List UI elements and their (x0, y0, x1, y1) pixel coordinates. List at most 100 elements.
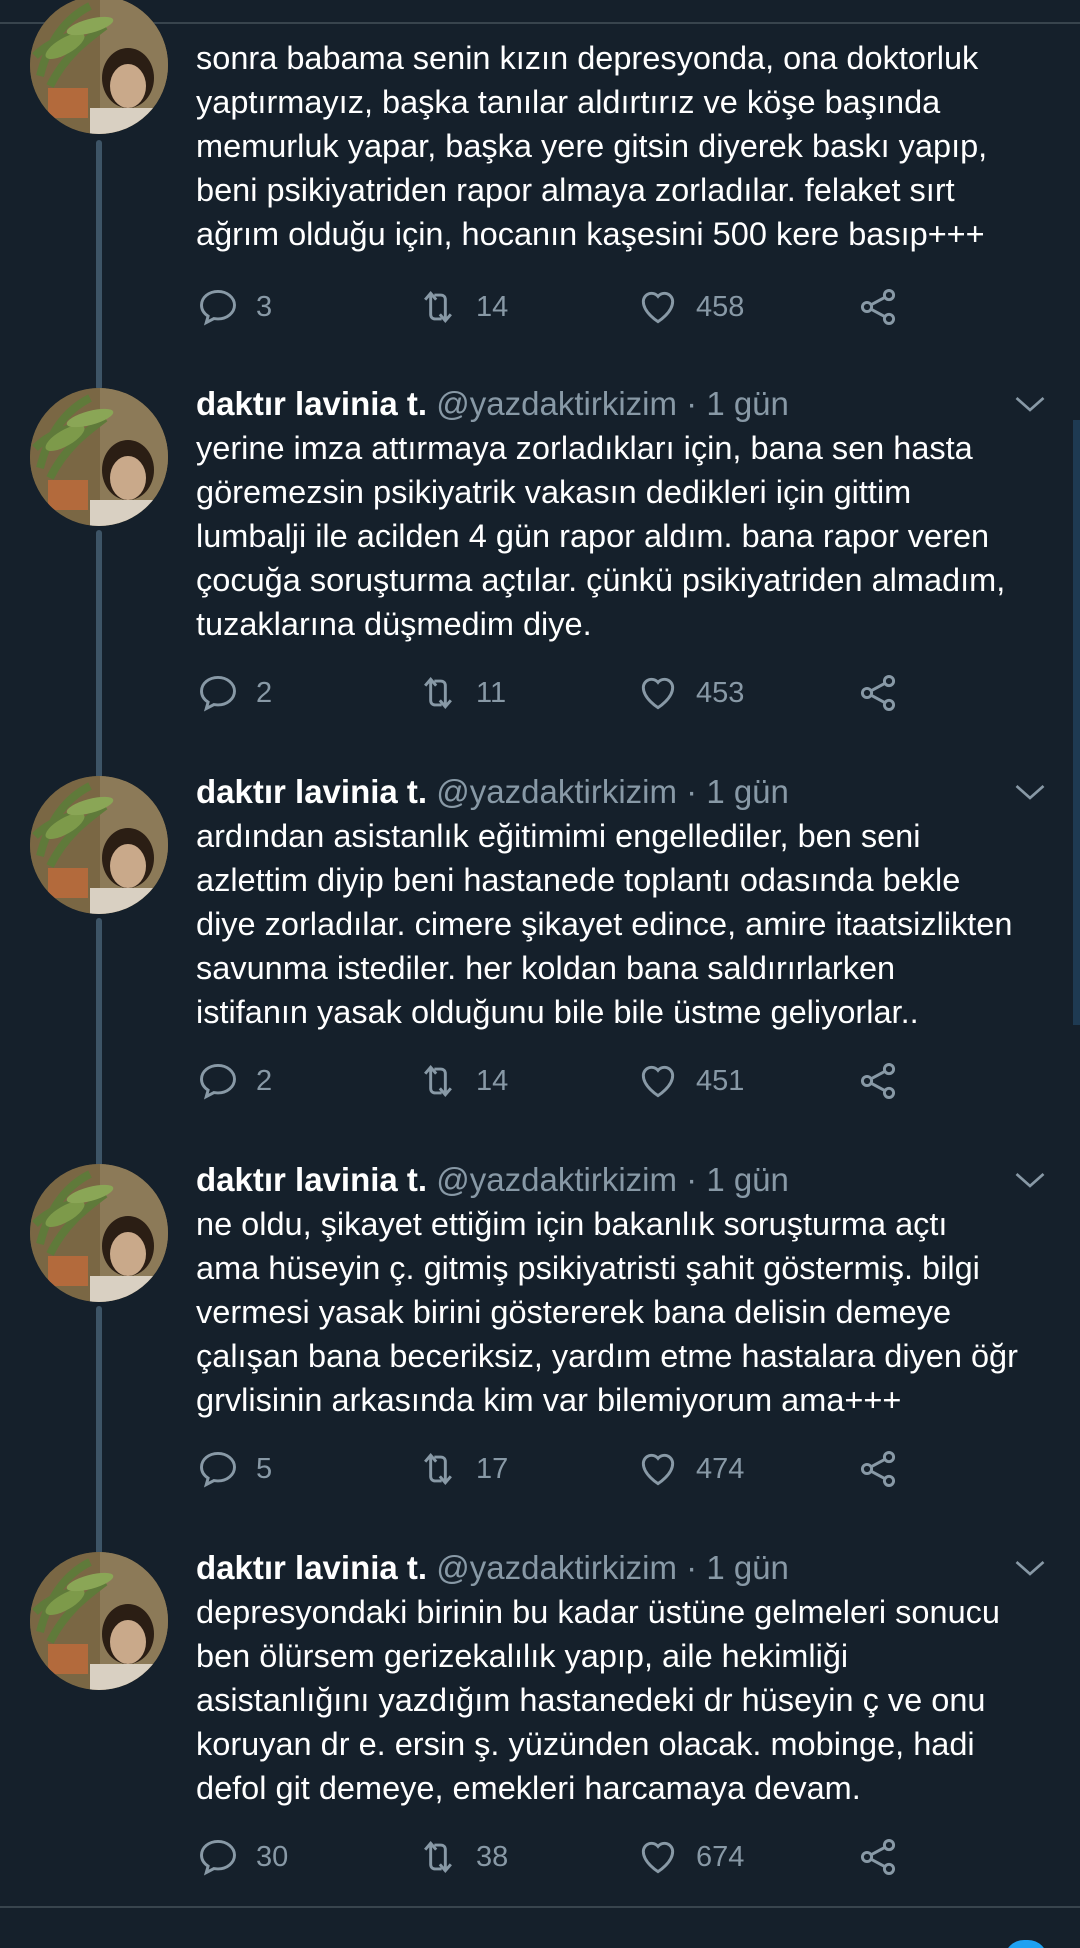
share-button[interactable] (856, 1444, 900, 1494)
retweet-icon (424, 1064, 452, 1098)
chevron-down-icon[interactable] (1012, 774, 1048, 810)
reply-count: 30 (256, 1840, 289, 1873)
reply-button[interactable]: 2 (196, 1056, 272, 1106)
avatar[interactable] (30, 388, 168, 526)
separator-dot: · (686, 773, 698, 810)
tweet-actions: 5 17 474 (196, 1444, 916, 1494)
like-count: 674 (696, 1840, 745, 1873)
reply-button[interactable]: 30 (196, 1832, 288, 1882)
retweet-count: 11 (476, 676, 507, 709)
separator-dot: · (686, 1161, 698, 1198)
reply-icon (200, 289, 236, 326)
retweet-count: 17 (476, 1452, 509, 1485)
tweet-header: daktır lavinia t. @yazdaktirkizim · 1 gü… (196, 770, 789, 814)
thread-line (96, 140, 102, 390)
like-count: 453 (696, 676, 745, 709)
heart-icon (641, 291, 675, 324)
reply-icon (200, 1839, 236, 1876)
reply-count: 3 (256, 290, 273, 323)
separator-dot: · (686, 385, 698, 422)
reply-icon (200, 1451, 236, 1488)
retweet-button[interactable]: 11 (416, 668, 506, 718)
reply-button[interactable]: 3 (196, 282, 272, 332)
avatar[interactable] (30, 1552, 168, 1690)
bottom-divider (0, 1906, 1080, 1908)
share-button[interactable] (856, 668, 900, 718)
like-count: 458 (696, 290, 745, 323)
avatar[interactable] (30, 1164, 168, 1302)
timestamp[interactable]: 1 gün (706, 773, 789, 810)
retweet-icon (424, 1840, 452, 1874)
avatar[interactable] (30, 0, 168, 134)
avatar-image (30, 0, 168, 134)
avatar[interactable] (30, 776, 168, 914)
retweet-button[interactable]: 14 (416, 1056, 508, 1106)
share-button[interactable] (856, 1832, 900, 1882)
timestamp[interactable]: 1 gün (706, 1549, 789, 1586)
avatar-image (30, 776, 168, 914)
share-icon (860, 1451, 896, 1487)
retweet-button[interactable]: 17 (416, 1444, 508, 1494)
reply-count: 5 (256, 1452, 273, 1485)
heart-icon (641, 1453, 675, 1486)
retweet-count: 14 (476, 1064, 509, 1097)
timestamp[interactable]: 1 gün (706, 1161, 789, 1198)
chevron-down-icon[interactable] (1012, 1550, 1048, 1586)
timestamp[interactable]: 1 gün (706, 385, 789, 422)
like-count: 451 (696, 1064, 745, 1097)
reply-icon (200, 1063, 236, 1100)
reply-count: 2 (256, 1064, 273, 1097)
chevron-down-icon[interactable] (1012, 1162, 1048, 1198)
chevron-down-icon[interactable] (1012, 386, 1048, 422)
display-name[interactable]: daktır lavinia t. (196, 1161, 427, 1198)
reply-count: 2 (256, 676, 273, 709)
retweet-button[interactable]: 38 (416, 1832, 508, 1882)
user-handle[interactable]: @yazdaktirkizim (436, 385, 677, 422)
retweet-icon (424, 676, 452, 710)
display-name[interactable]: daktır lavinia t. (196, 1549, 427, 1586)
heart-icon (641, 1841, 675, 1874)
tweet-thread-screen: sonra babama senin kızın depresyonda, on… (0, 0, 1080, 1948)
share-icon (860, 675, 896, 711)
compose-button[interactable] (1004, 1940, 1048, 1948)
like-count: 474 (696, 1452, 745, 1485)
user-handle[interactable]: @yazdaktirkizim (436, 1161, 677, 1198)
share-button[interactable] (856, 282, 900, 332)
share-icon (860, 289, 896, 325)
display-name[interactable]: daktır lavinia t. (196, 773, 427, 810)
thread-line (96, 918, 102, 1168)
tweet-actions: 2 11 453 (196, 668, 916, 718)
scrollbar[interactable] (1073, 420, 1080, 1025)
share-button[interactable] (856, 1056, 900, 1106)
like-button[interactable]: 453 (636, 668, 744, 718)
tweet-header: daktır lavinia t. @yazdaktirkizim · 1 gü… (196, 382, 789, 426)
tweet-actions: 3 14 458 (196, 282, 916, 332)
retweet-button[interactable]: 14 (416, 282, 508, 332)
tweet-text: ardından asistanlık eğitimimi engelledil… (196, 818, 1013, 1030)
retweet-icon (424, 290, 452, 324)
tweet-text: yerine imza attırmaya zorladıkları için,… (196, 430, 1006, 642)
tweet-text: sonra babama senin kızın depresyonda, on… (196, 40, 988, 252)
like-button[interactable]: 474 (636, 1444, 744, 1494)
thread-line (96, 1306, 102, 1556)
user-handle[interactable]: @yazdaktirkizim (436, 773, 677, 810)
reply-button[interactable]: 2 (196, 668, 272, 718)
like-button[interactable]: 451 (636, 1056, 744, 1106)
thread-line (96, 530, 102, 780)
reply-icon (200, 675, 236, 712)
display-name[interactable]: daktır lavinia t. (196, 385, 427, 422)
separator-dot: · (686, 1549, 698, 1586)
reply-button[interactable]: 5 (196, 1444, 272, 1494)
retweet-icon (424, 1452, 452, 1486)
avatar-image (30, 388, 168, 526)
like-button[interactable]: 458 (636, 282, 744, 332)
like-button[interactable]: 674 (636, 1832, 744, 1882)
user-handle[interactable]: @yazdaktirkizim (436, 1549, 677, 1586)
retweet-count: 14 (476, 290, 509, 323)
heart-icon (641, 1065, 675, 1098)
tweet-actions: 30 38 674 (196, 1832, 916, 1882)
tweet-header: daktır lavinia t. @yazdaktirkizim · 1 gü… (196, 1158, 789, 1202)
avatar-image (30, 1552, 168, 1690)
share-icon (860, 1839, 896, 1875)
tweet-text: ne oldu, şikayet ettiğim için bakanlık s… (196, 1206, 1018, 1418)
